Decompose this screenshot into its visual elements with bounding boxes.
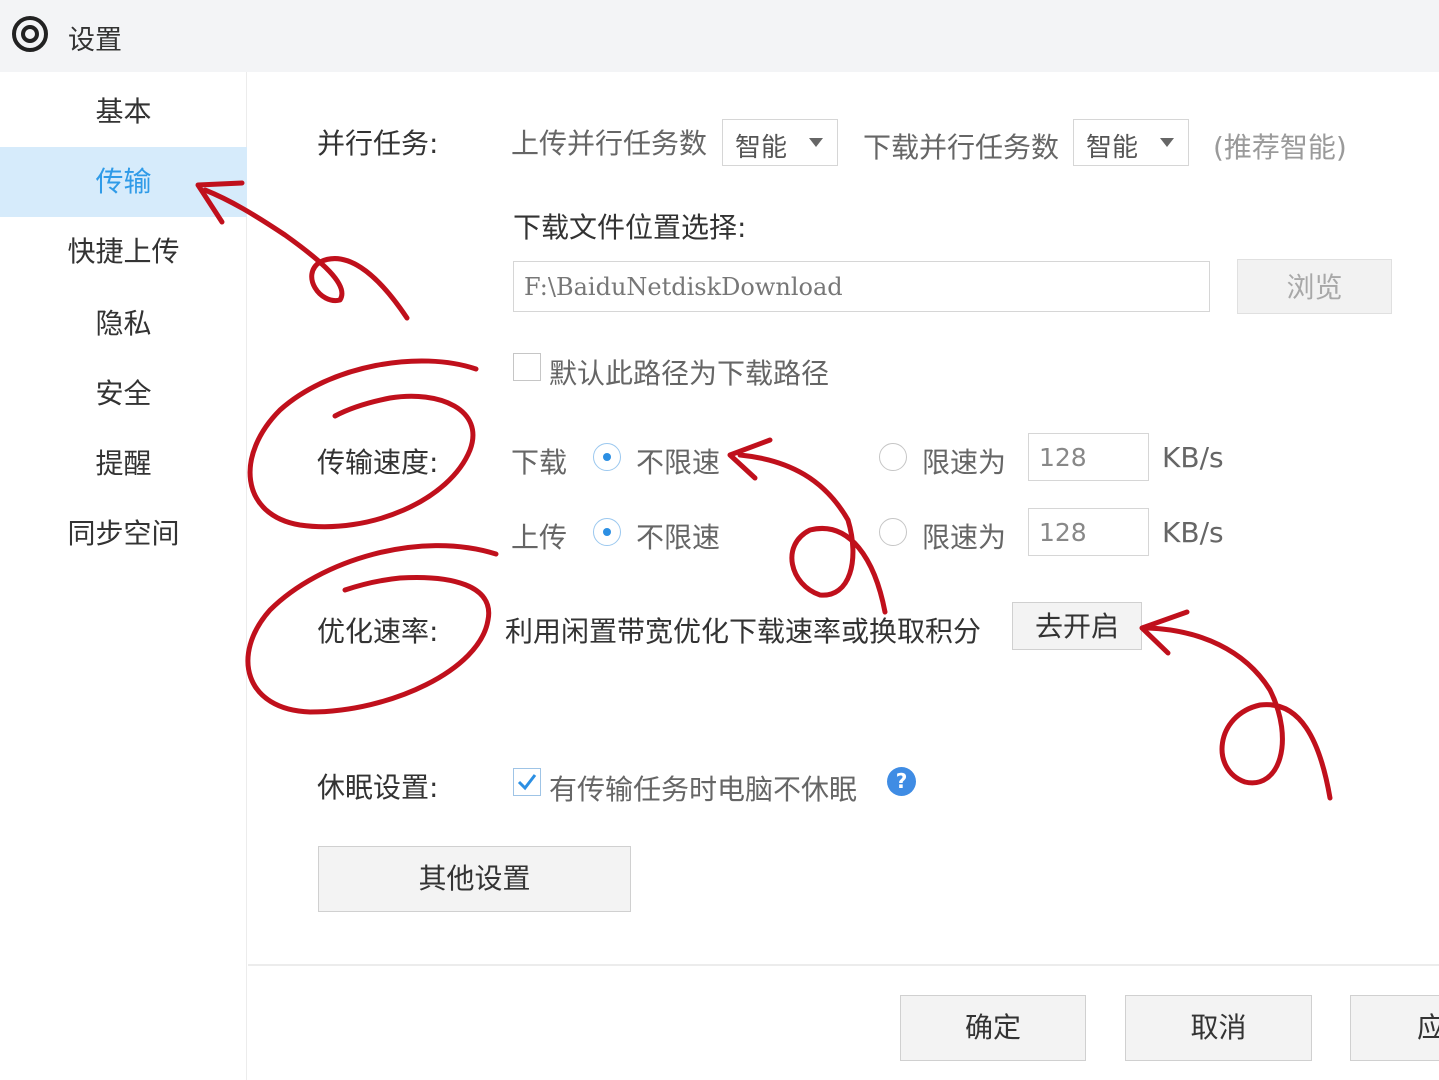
parallel-tasks-label: 并行任务: xyxy=(317,127,439,160)
download-unlimited-label: 不限速 xyxy=(636,446,721,479)
upload-parallel-select[interactable]: 智能 xyxy=(722,119,838,166)
download-limit-input[interactable] xyxy=(1029,434,1148,480)
sidebar-item-privacy[interactable]: 隐私 xyxy=(0,289,247,359)
default-path-checkbox-label: 默认此路径为下载路径 xyxy=(549,357,830,390)
help-icon[interactable]: ? xyxy=(887,767,916,796)
download-speed-label: 下载 xyxy=(511,446,568,479)
apply-button[interactable]: 应用 xyxy=(1350,995,1439,1061)
default-path-checkbox[interactable] xyxy=(513,353,541,381)
download-parallel-value: 智能 xyxy=(1086,133,1139,163)
upload-limit-label: 限速为 xyxy=(922,521,1007,554)
upload-parallel-value: 智能 xyxy=(735,133,788,163)
enable-optimize-button[interactable]: 去开启 xyxy=(1012,602,1142,650)
annotation-arrowhead-enable xyxy=(1139,609,1190,656)
upload-parallel-label: 上传并行任务数 xyxy=(511,127,708,160)
window-title: 设置 xyxy=(68,25,122,56)
download-parallel-label: 下载并行任务数 xyxy=(863,131,1060,164)
upload-limit-input[interactable] xyxy=(1029,509,1148,555)
sidebar-item-transfer[interactable]: 传输 xyxy=(0,147,247,217)
upload-unlimited-label: 不限速 xyxy=(636,521,721,554)
optimize-rate-label: 优化速率: xyxy=(317,615,439,648)
download-location-label: 下载文件位置选择: xyxy=(513,211,747,244)
download-limit-radio[interactable] xyxy=(879,443,907,471)
annotation-arrowhead-unlimited xyxy=(727,437,773,481)
transfer-speed-label: 传输速度: xyxy=(317,446,439,479)
no-sleep-checkbox[interactable] xyxy=(513,768,541,796)
upload-unlimited-radio[interactable] xyxy=(593,518,621,546)
other-settings-button[interactable]: 其他设置 xyxy=(318,846,631,912)
sidebar-item-security[interactable]: 安全 xyxy=(0,359,247,429)
settings-app-icon xyxy=(12,16,48,52)
optimize-description: 利用闲置带宽优化下载速率或换取积分 xyxy=(505,615,982,648)
download-path-field[interactable] xyxy=(513,261,1210,312)
sleep-settings-label: 休眠设置: xyxy=(317,771,439,804)
download-unit: KB/s xyxy=(1162,441,1224,474)
title-bar: 设置 xyxy=(0,0,1439,72)
upload-limit-radio[interactable] xyxy=(879,518,907,546)
ok-button[interactable]: 确定 xyxy=(900,995,1086,1061)
chevron-down-icon xyxy=(809,138,823,147)
browse-button[interactable]: 浏览 xyxy=(1237,259,1392,314)
download-limit-label: 限速为 xyxy=(922,446,1007,479)
annotation-arrow-enable xyxy=(1145,625,1333,801)
annotation-arrow-unlimited xyxy=(737,452,888,615)
checkmark-icon xyxy=(517,774,537,791)
download-limit-field[interactable] xyxy=(1028,433,1149,481)
sidebar-item-quick-upload[interactable]: 快捷上传 xyxy=(0,217,247,287)
chevron-down-icon xyxy=(1160,138,1174,147)
upload-unit: KB/s xyxy=(1162,516,1224,549)
parallel-hint: (推荐智能) xyxy=(1213,131,1347,164)
no-sleep-checkbox-label: 有传输任务时电脑不休眠 xyxy=(549,773,858,806)
footer-divider xyxy=(248,964,1439,966)
upload-speed-label: 上传 xyxy=(511,521,568,554)
download-path-input[interactable] xyxy=(514,262,1209,311)
cancel-button[interactable]: 取消 xyxy=(1125,995,1312,1061)
download-unlimited-radio[interactable] xyxy=(593,443,621,471)
settings-sidebar: 基本 传输 快捷上传 隐私 安全 提醒 同步空间 xyxy=(0,72,247,1080)
upload-limit-field[interactable] xyxy=(1028,508,1149,556)
sidebar-item-reminder[interactable]: 提醒 xyxy=(0,429,247,499)
sidebar-item-basic[interactable]: 基本 xyxy=(0,77,247,147)
sidebar-item-sync-space[interactable]: 同步空间 xyxy=(0,499,247,569)
download-parallel-select[interactable]: 智能 xyxy=(1073,119,1189,166)
